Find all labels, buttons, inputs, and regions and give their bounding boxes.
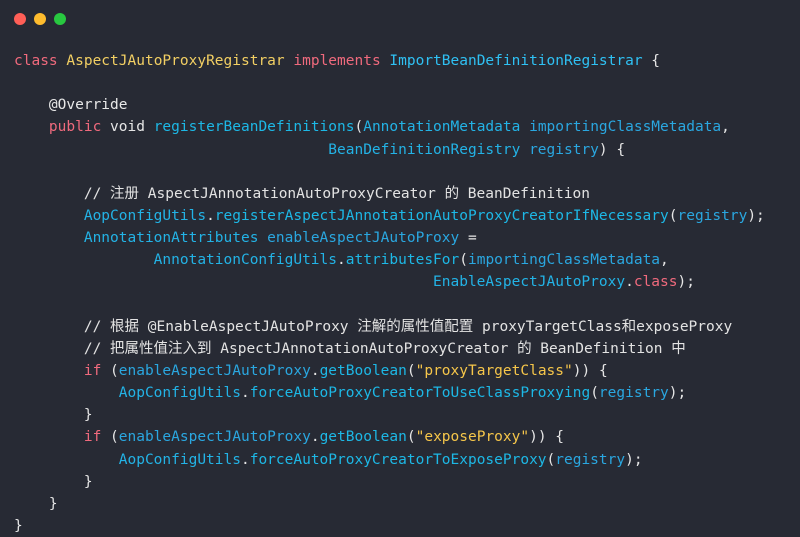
code-token: ); [668, 385, 687, 402]
code-token: AopConfigUtils [14, 385, 241, 402]
code-token: ( [546, 451, 556, 468]
code-line: @Override [14, 94, 765, 116]
code-token: registry [677, 207, 748, 224]
code-line: public void registerBeanDefinitions(Anno… [14, 116, 765, 138]
code-token: ( [406, 362, 416, 379]
code-token: void [110, 119, 154, 136]
code-token: registerBeanDefinitions [153, 119, 355, 136]
code-token: getBoolean [319, 362, 407, 379]
code-line: AnnotationAttributes enableAspectJAutoPr… [14, 227, 765, 249]
code-token: } [14, 517, 23, 534]
code-token: importingClassMetadata [529, 119, 722, 136]
code-token: registerAspectJAnnotationAutoProxyCreato… [214, 207, 669, 224]
code-token: // 注册 AspectJAnnotationAutoProxyCreator … [14, 185, 591, 202]
code-token: BeanDefinitionRegistry [14, 141, 530, 158]
code-line: if (enableAspectJAutoProxy.getBoolean("e… [14, 426, 765, 448]
code-token: forceAutoProxyCreatorToExposeProxy [249, 451, 547, 468]
code-line: } [14, 493, 765, 515]
code-token: importingClassMetadata [467, 252, 661, 269]
code-token: "proxyTargetClass" [415, 362, 573, 379]
code-line: AopConfigUtils.forceAutoProxyCreatorToEx… [14, 449, 765, 471]
code-line: AnnotationConfigUtils.attributesFor(impo… [14, 249, 765, 271]
code-token: getBoolean [319, 429, 407, 446]
code-token: ); [677, 274, 695, 291]
code-line: } [14, 515, 765, 537]
code-line: AopConfigUtils.registerAspectJAnnotation… [14, 205, 765, 227]
code-line: BeanDefinitionRegistry registry) { [14, 139, 765, 161]
code-token: enableAspectJAutoProxy [267, 230, 460, 247]
code-token: . [206, 207, 215, 224]
code-token: AopConfigUtils [14, 451, 241, 468]
code-line: class AspectJAutoProxyRegistrar implemen… [14, 50, 765, 72]
code-token: AopConfigUtils [14, 207, 207, 224]
code-token: ( [110, 362, 119, 379]
code-token: . [240, 385, 250, 402]
code-token: AspectJAutoProxyRegistrar [66, 53, 294, 69]
code-line: // 根据 @EnableAspectJAutoProxy 注解的属性值配置 p… [14, 316, 765, 338]
code-token: EnableAspectJAutoProxy [14, 274, 626, 291]
code-token: AnnotationAttributes [14, 230, 268, 247]
code-line: if (enableAspectJAutoProxy.getBoolean("p… [14, 360, 765, 382]
code-token: . [240, 451, 250, 468]
code-token: } [14, 407, 93, 424]
code-token: ( [354, 119, 364, 136]
code-token: ( [590, 385, 599, 402]
code-line: } [14, 471, 765, 493]
code-token: = [459, 230, 477, 247]
code-line: // 把属性值注入到 AspectJAnnotationAutoProxyCre… [14, 338, 765, 360]
maximize-button[interactable] [54, 13, 66, 25]
code-token: enableAspectJAutoProxy [118, 429, 311, 446]
code-token: { [642, 53, 661, 69]
code-token: )) { [572, 362, 608, 379]
code-token: . [310, 429, 320, 446]
code-token: public [14, 119, 111, 136]
code-line: EnableAspectJAutoProxy.class); [14, 271, 765, 293]
code-token: )) { [529, 429, 565, 446]
code-token: ) { [598, 141, 626, 158]
code-token: enableAspectJAutoProxy [118, 362, 311, 379]
code-token: } [14, 473, 93, 490]
close-button[interactable] [14, 13, 26, 25]
code-token: class [14, 53, 67, 69]
code-token: . [625, 274, 634, 291]
code-token: ); [625, 451, 643, 468]
code-token: AnnotationConfigUtils [14, 252, 338, 269]
code-token: . [337, 252, 346, 269]
code-token: implements [293, 53, 390, 69]
code-token: ( [110, 429, 119, 446]
code-token: registry [529, 141, 599, 158]
code-token: if [14, 362, 111, 379]
code-token: ( [406, 429, 416, 446]
code-token: AnnotationMetadata [363, 119, 530, 136]
code-window: class AspectJAutoProxyRegistrar implemen… [0, 0, 800, 534]
window-controls [14, 13, 66, 25]
code-token: attributesFor [345, 252, 460, 269]
code-token: @Override [14, 97, 128, 114]
code-token: ); [747, 207, 765, 224]
code-line: AopConfigUtils.forceAutoProxyCreatorToUs… [14, 382, 765, 404]
code-token: ( [459, 252, 468, 269]
code-token: // 把属性值注入到 AspectJAnnotationAutoProxyCre… [14, 340, 686, 357]
code-block: class AspectJAutoProxyRegistrar implemen… [14, 50, 765, 537]
code-token: if [14, 429, 111, 446]
code-token: class [633, 274, 678, 291]
code-token: // 根据 @EnableAspectJAutoProxy 注解的属性值配置 p… [14, 318, 733, 335]
code-token: "exposeProxy" [415, 429, 530, 446]
code-token: forceAutoProxyCreatorToUseClassProxying [249, 385, 591, 402]
code-token: registry [598, 385, 669, 402]
code-token: , [660, 252, 669, 269]
code-line: // 注册 AspectJAnnotationAutoProxyCreator … [14, 183, 765, 205]
minimize-button[interactable] [34, 13, 46, 25]
code-line: } [14, 404, 765, 426]
code-token: registry [555, 451, 626, 468]
code-token: } [14, 495, 58, 512]
code-token: ImportBeanDefinitionRegistrar [389, 53, 643, 69]
code-token: . [310, 362, 320, 379]
code-token: , [721, 119, 730, 136]
